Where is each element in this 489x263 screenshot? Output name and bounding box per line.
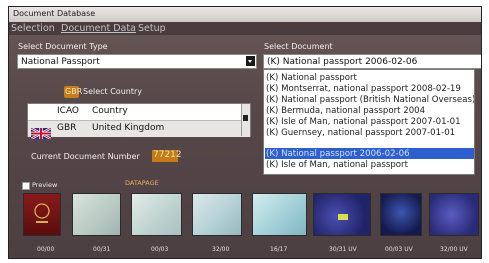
list-item[interactable]: (K) Guernsey, national passport 2007-01-… bbox=[266, 128, 455, 138]
document-type-value: National Passport bbox=[21, 57, 100, 67]
list-item[interactable]: (K) Isle of Man, national passport bbox=[266, 160, 408, 170]
list-item[interactable]: (K) National passport bbox=[266, 73, 357, 83]
select-country-label: Select Country bbox=[83, 87, 143, 96]
tab-setup[interactable]: Setup bbox=[138, 23, 166, 34]
thumbnail-page[interactable] bbox=[192, 193, 242, 236]
thumbnail-label: 00/00 bbox=[37, 246, 55, 253]
thumbnail-label: 32/00 UV bbox=[440, 246, 468, 253]
thumbnail-label: 00/03 bbox=[151, 246, 169, 253]
window-title: Document Database bbox=[13, 9, 96, 18]
current-document-number-value: 77212 bbox=[153, 150, 182, 160]
thumbnail-uv[interactable] bbox=[313, 193, 371, 236]
tab-bar: Selection Document Data Setup bbox=[9, 22, 481, 35]
passport-crest-icon bbox=[34, 203, 50, 223]
document-database-window: Document Database Selection Document Dat… bbox=[8, 6, 482, 259]
thumbnail-label: 00/03 UV bbox=[385, 246, 413, 253]
list-item[interactable]: (K) National passport (British National … bbox=[266, 95, 474, 105]
thumbnail-label: 16/17 bbox=[270, 246, 288, 253]
thumbnail-label: 32/00 bbox=[212, 246, 230, 253]
col-country: Country bbox=[92, 106, 128, 116]
table-row[interactable]: GBR United Kingdom bbox=[28, 121, 250, 141]
page-thumbnails bbox=[9, 187, 481, 247]
thumbnail-label: 00/31 bbox=[93, 246, 111, 253]
thumbnail-page[interactable] bbox=[131, 193, 182, 236]
current-document-number: 77212 bbox=[152, 150, 182, 162]
country-table-header: ICAO Country bbox=[28, 104, 250, 121]
title-bar: Document Database bbox=[9, 7, 481, 23]
row-country: United Kingdom bbox=[92, 123, 165, 133]
select-document-type-label: Select Document Type bbox=[18, 42, 108, 51]
document-combo[interactable]: (K) National passport 2006-02-06 bbox=[263, 54, 481, 69]
list-item[interactable]: (K) Isle of Man, national passport 2007-… bbox=[266, 117, 461, 127]
country-scrollbar[interactable] bbox=[241, 104, 250, 136]
country-table[interactable]: ICAO Country GBR United Kingdom bbox=[27, 103, 251, 141]
col-icao: ICAO bbox=[57, 106, 80, 116]
tab-selection[interactable]: Selection bbox=[11, 23, 55, 34]
country-badge-text: GBR bbox=[65, 87, 83, 96]
document-value: (K) National passport 2006-02-06 bbox=[267, 57, 418, 67]
select-document-label: Select Document bbox=[264, 42, 333, 51]
thumbnail-label: 30/31 UV bbox=[329, 246, 357, 253]
thumbnail-page[interactable] bbox=[252, 193, 307, 236]
list-item-selected[interactable]: (K) National passport 2006-02-06 bbox=[266, 149, 410, 159]
list-item[interactable]: (K) Montserrat, national passport 2008-0… bbox=[266, 84, 461, 94]
thumbnail-cover[interactable] bbox=[23, 193, 61, 236]
country-badge: GBR bbox=[64, 86, 83, 98]
document-type-combo[interactable]: National Passport bbox=[17, 54, 257, 69]
thumbnail-uv[interactable] bbox=[429, 193, 479, 236]
current-document-number-label: Current Document Number bbox=[31, 152, 140, 161]
uk-flag-icon bbox=[30, 124, 52, 141]
datapage-label: DATAPAGE bbox=[125, 179, 159, 187]
tab-document-data[interactable]: Document Data bbox=[61, 23, 136, 34]
thumbnail-page[interactable] bbox=[72, 193, 121, 236]
list-item[interactable]: (K) Bermuda, national passport 2004 bbox=[266, 106, 425, 116]
chevron-down-icon[interactable] bbox=[246, 56, 255, 66]
document-list[interactable]: (K) National passport (K) Montserrat, na… bbox=[263, 69, 475, 175]
thumbnail-uv[interactable] bbox=[380, 193, 422, 236]
row-icao: GBR bbox=[57, 123, 77, 133]
